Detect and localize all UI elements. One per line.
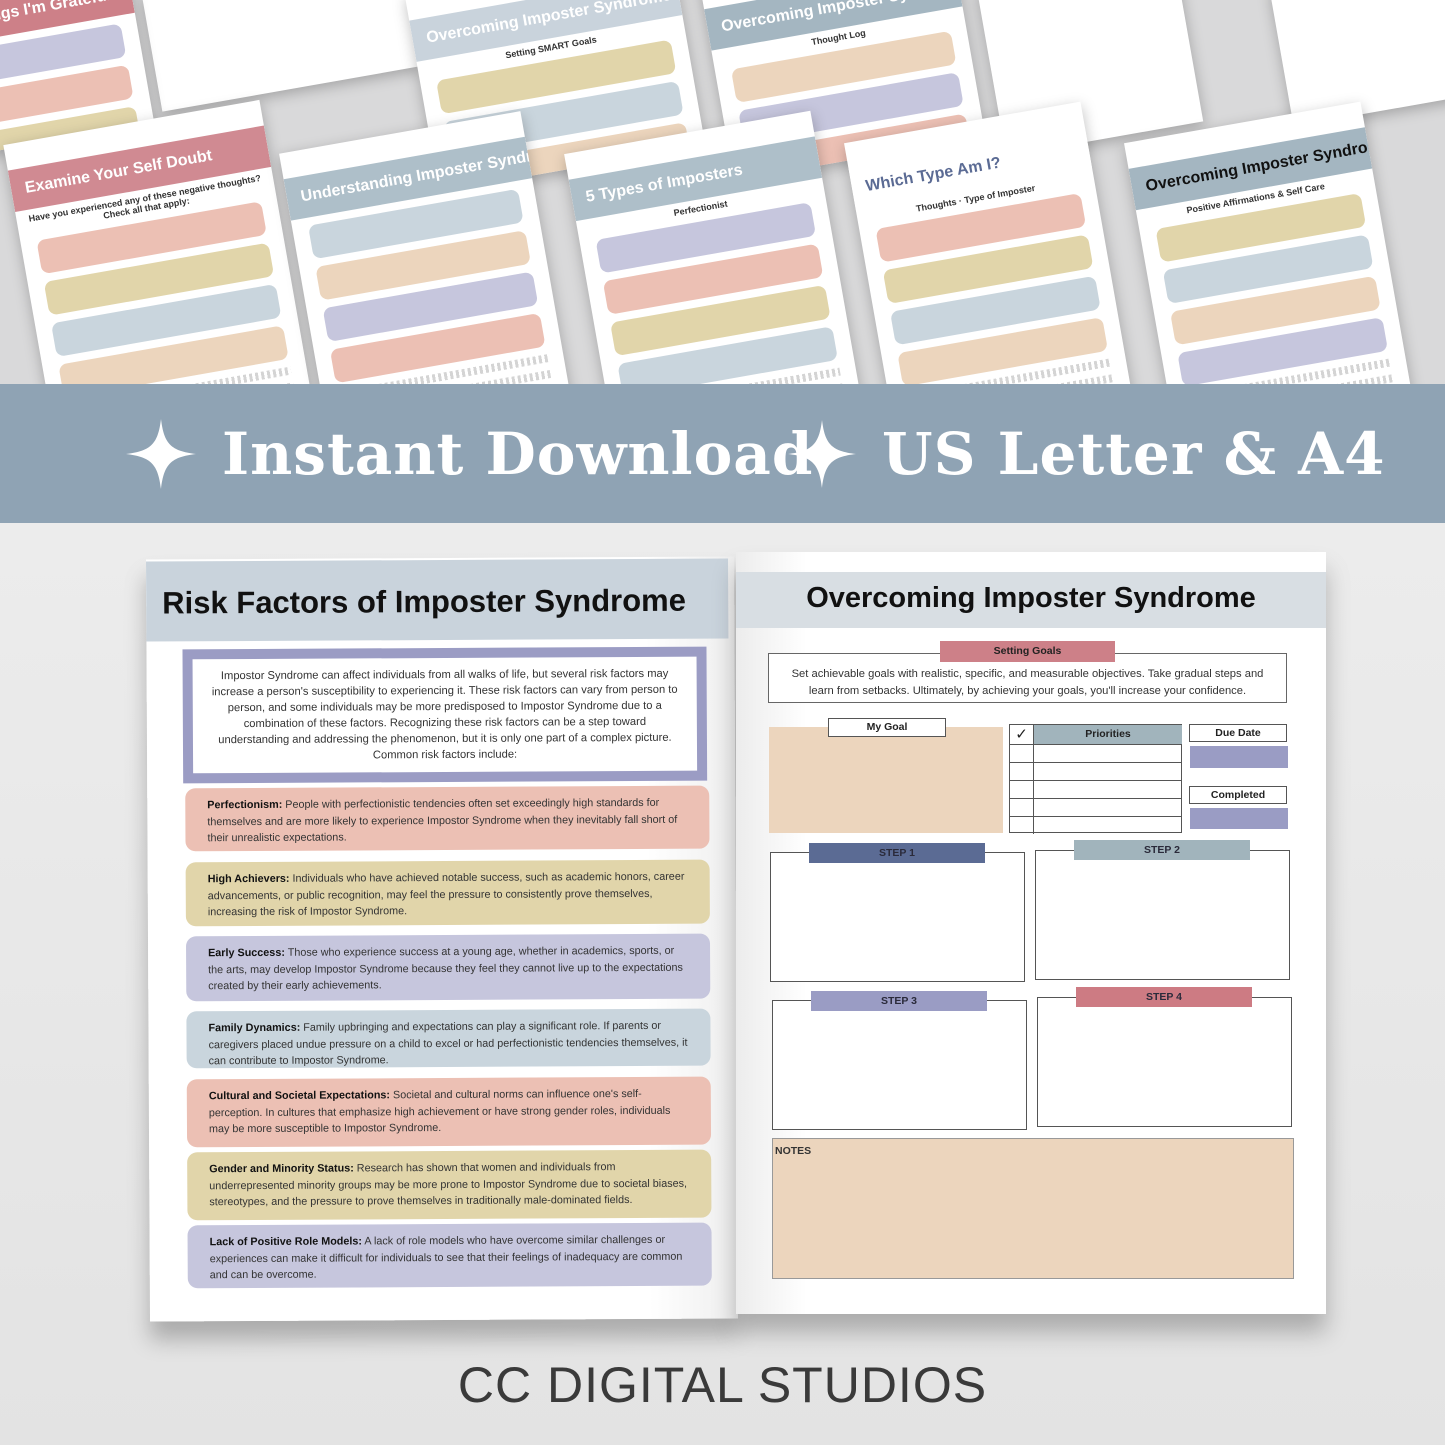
banner-label: Instant Download — [222, 419, 814, 488]
banner-label: US Letter & A4 — [882, 419, 1386, 488]
step-field[interactable] — [1037, 997, 1292, 1127]
background-sheet — [141, 0, 419, 112]
step-field[interactable] — [772, 1000, 1027, 1130]
risk-factor-card: Lack of Positive Role Models: A lack of … — [187, 1222, 712, 1289]
intro-text: Impostor Syndrome can affect individuals… — [182, 646, 708, 784]
priority-row[interactable] — [1010, 798, 1181, 816]
brand-name: CC DIGITAL STUDIOS — [457, 1357, 988, 1413]
section-label: Setting Goals — [940, 641, 1115, 662]
risk-factor-name: Perfectionism: — [207, 798, 283, 812]
priority-row[interactable] — [1010, 762, 1181, 780]
risk-factor-name: Lack of Positive Role Models: — [209, 1235, 363, 1249]
my-goal-label: My Goal — [828, 718, 946, 737]
sparkle-icon — [126, 418, 196, 489]
risk-factor-name: Gender and Minority Status: — [209, 1162, 354, 1176]
checkmark-icon: ✓ — [1010, 725, 1034, 744]
step-label: STEP 3 — [811, 991, 987, 1011]
risk-factor-card: Gender and Minority Status: Research has… — [187, 1149, 712, 1221]
notes-field[interactable]: NOTES — [772, 1138, 1294, 1279]
product-preview-collage: Things I'm Grateful ForExamine Your Self… — [0, 0, 1445, 384]
banner-item-paper-size: US Letter & A4 — [788, 384, 1386, 523]
completed-field[interactable] — [1190, 808, 1288, 829]
risk-factor-name: Family Dynamics: — [208, 1021, 301, 1035]
risk-factor-card: Perfectionism: People with perfectionist… — [185, 785, 710, 852]
risk-factor-name: Cultural and Societal Expectations: — [208, 1089, 391, 1103]
risk-factor-card: High Achievers: Individuals who have ach… — [185, 859, 710, 927]
priority-row[interactable] — [1010, 744, 1181, 762]
step-label: STEP 1 — [809, 843, 985, 863]
priority-row[interactable] — [1010, 816, 1181, 834]
risk-factor-name: High Achievers: — [207, 872, 290, 886]
page-title: Overcoming Imposter Syndrome — [736, 572, 1326, 628]
priority-checkbox[interactable] — [1010, 799, 1034, 816]
priority-checkbox[interactable] — [1010, 745, 1034, 762]
step-field[interactable] — [1035, 850, 1290, 980]
priority-row[interactable] — [1010, 780, 1181, 798]
step-field[interactable] — [770, 852, 1025, 982]
my-goal-field[interactable] — [769, 727, 1003, 833]
thumbnail-page: Examine Your Self Doubt Have you experien… — [3, 99, 317, 384]
risk-factor-name: Early Success: — [208, 946, 285, 960]
risk-factor-card: Early Success: Those who experience succ… — [185, 933, 711, 1002]
priorities-table: ✓ Priorities — [1009, 724, 1182, 834]
risk-factors-page: Risk Factors of Imposter Syndrome Impost… — [146, 556, 738, 1322]
thumbnail-page: Which Type Am I? Thoughts · Type of Impos… — [844, 101, 1136, 384]
due-date-label: Due Date — [1189, 724, 1287, 742]
priority-checkbox[interactable] — [1010, 781, 1034, 798]
priority-checkbox[interactable] — [1010, 817, 1034, 834]
sparkle-icon — [788, 419, 856, 488]
completed-label: Completed — [1189, 786, 1287, 804]
step-label: STEP 2 — [1074, 840, 1250, 860]
setting-goals-page: Overcoming Imposter Syndrome Set achieva… — [736, 552, 1326, 1314]
step-label: STEP 4 — [1076, 987, 1252, 1007]
feature-banner: Instant Download US Letter & A4 — [0, 384, 1445, 523]
notes-label: NOTES — [775, 1145, 812, 1157]
page-title: Risk Factors of Imposter Syndrome — [146, 558, 729, 642]
risk-factor-card: Family Dynamics: Family upbringing and e… — [186, 1008, 711, 1069]
priority-checkbox[interactable] — [1010, 763, 1034, 780]
risk-factor-card: Cultural and Societal Expectations: Soci… — [186, 1076, 712, 1148]
thumbnail-page: Overcoming Imposter Syndrome Positive Aff… — [1124, 101, 1416, 384]
banner-item-instant-download: Instant Download — [126, 384, 813, 523]
due-date-field[interactable] — [1190, 746, 1288, 768]
priorities-header: Priorities — [1034, 725, 1182, 744]
